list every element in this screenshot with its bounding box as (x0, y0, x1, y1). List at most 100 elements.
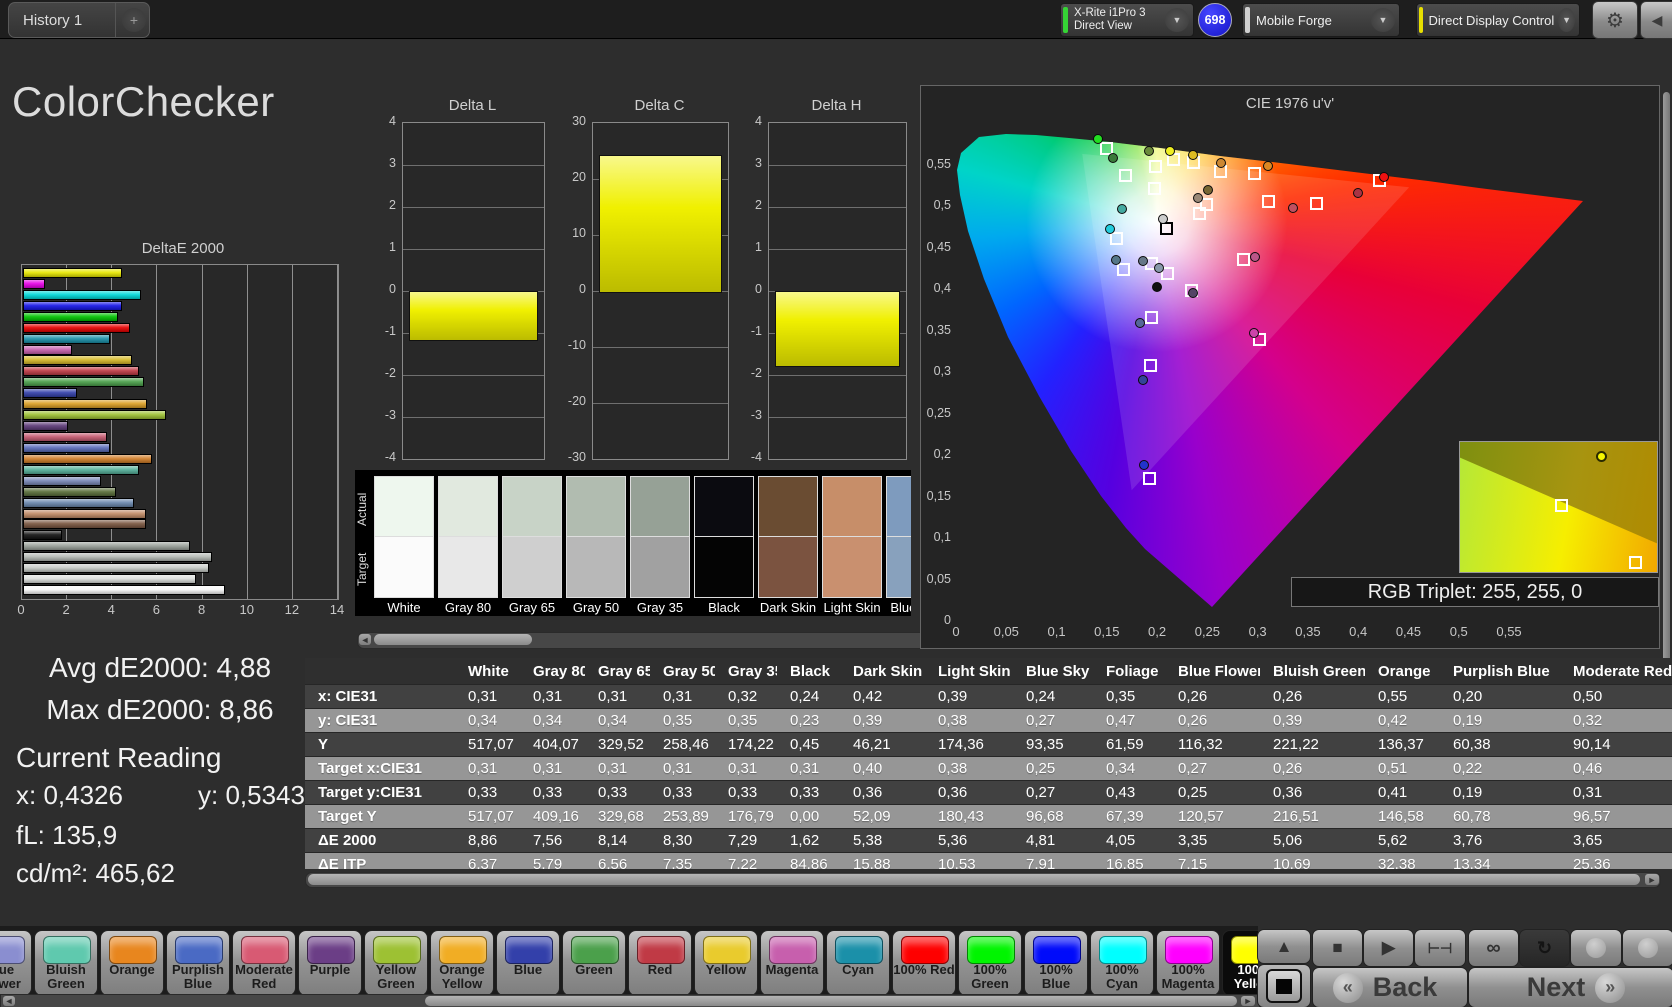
scrollbar-thumb[interactable] (425, 996, 1237, 1006)
pattern-button[interactable]: Red (628, 930, 692, 996)
back-button[interactable]: « Back (1312, 967, 1468, 1007)
stop-button[interactable]: ■ (1312, 929, 1363, 967)
pattern-button[interactable]: Magenta (760, 930, 824, 996)
history-tab[interactable]: History 1 + (8, 2, 150, 38)
deltae-bar (23, 322, 130, 333)
deltae-bar (23, 519, 147, 530)
row-label: x: CIE31 (318, 688, 378, 705)
target-point (1109, 232, 1123, 246)
pattern-button[interactable]: Blue Flower (0, 930, 32, 996)
axis-tick-label: 0,2 (933, 447, 951, 461)
scroll-left-button[interactable]: ◄ (3, 996, 15, 1006)
axis-tick-label: 0 (389, 282, 396, 296)
pattern-button[interactable]: Yellow Green (364, 930, 428, 996)
collapse-panel-button[interactable]: ◀ (1640, 1, 1672, 39)
pattern-button[interactable]: Moderate Red (232, 930, 296, 996)
table-cell: 0,33 (790, 784, 820, 801)
pattern-button[interactable]: 100% Yellow (1222, 930, 1258, 996)
pattern-button[interactable]: Purplish Blue (166, 930, 230, 996)
color-patch: Gray 50 (566, 476, 626, 615)
scrollbar-thumb[interactable] (374, 634, 532, 645)
delta-h-chart: Delta H 4 3 2 1 0 -1 -2 -3 -4 (734, 97, 907, 477)
reading-cdm2: cd/m²: 465,62 (16, 858, 175, 888)
pattern-button[interactable]: Bluish Green (34, 930, 98, 996)
pattern-window-button[interactable] (1257, 964, 1311, 1007)
scrollbar-thumb[interactable] (308, 874, 1640, 885)
scroll-left-button[interactable]: ◄ (359, 634, 371, 645)
axis-tick-label: 4 (107, 602, 115, 617)
scroll-left-icon: ◄ (360, 634, 370, 645)
pattern-button[interactable]: 100% Cyan (1090, 930, 1154, 996)
pattern-button[interactable]: 100% Blue (1024, 930, 1088, 996)
table-cell: 10,53 (938, 856, 976, 869)
deltae-bar (23, 541, 190, 552)
new-tab-button[interactable]: + (122, 8, 146, 32)
pattern-button[interactable]: 100% Green (958, 930, 1022, 996)
color-patch: Gray 35 (630, 476, 690, 615)
pattern-source-selector[interactable]: Mobile Forge ▼ (1242, 3, 1400, 37)
frame-advance-button[interactable]: ⊢⊣ (1414, 929, 1466, 967)
table-cell: 8,14 (598, 832, 628, 849)
pattern-color-chip (241, 936, 289, 964)
pattern-button[interactable]: Green (562, 930, 626, 996)
table-cell: 0,27 (1178, 760, 1208, 777)
refresh-button[interactable]: ↻ (1519, 929, 1570, 967)
scroll-right-button[interactable]: ► (1645, 874, 1659, 885)
measurement-table: White Gray 80 Gray 65 Gray 50 Gray 35 Black Da… (305, 658, 1672, 869)
table-cell: 32,38 (1378, 856, 1416, 869)
pattern-button[interactable]: Purple (298, 930, 362, 996)
column-header: Purplish Blue (1453, 662, 1550, 680)
table-cell: 0,31 (790, 760, 820, 777)
loop-button[interactable]: ∞ (1468, 929, 1519, 967)
settings-button[interactable]: ⚙ (1592, 1, 1638, 39)
table-cell: 0,25 (1178, 784, 1208, 801)
table-scrollbar[interactable]: ► (305, 872, 1661, 888)
palette-scrollbar[interactable]: ◄ ► (0, 994, 1260, 1007)
meter-selector[interactable]: X-Rite i1Pro 3 Direct View ▼ (1060, 3, 1194, 37)
measured-point (1353, 187, 1364, 198)
play-button[interactable]: ▶ (1363, 929, 1414, 967)
table-cell: 0,25 (1026, 760, 1056, 777)
table-cell: 0,26 (1273, 760, 1303, 777)
pattern-button[interactable]: Orange (100, 930, 164, 996)
deltae-bar (23, 410, 167, 421)
pattern-button[interactable]: Blue (496, 930, 560, 996)
source-status-stripe (1245, 7, 1250, 33)
table-cell: 25,36 (1573, 856, 1611, 869)
pattern-button[interactable]: Cyan (826, 930, 890, 996)
extra-transport-button[interactable] (1622, 929, 1672, 967)
reading-fl: fL: 135,9 (16, 820, 118, 850)
actual-swatch (502, 476, 562, 537)
target-point (1144, 359, 1158, 373)
table-row: Target x:CIE31 0,31 0,31 0,31 0,31 0,31 0,31 0,… (305, 757, 1672, 781)
table-cell: 5,36 (938, 832, 968, 849)
pattern-window-icon (1266, 969, 1302, 1003)
meter-count-badge[interactable]: 698 (1198, 3, 1232, 37)
pattern-button[interactable]: 100% Red (892, 930, 956, 996)
delta-h-title: Delta H (811, 97, 862, 114)
target-swatch (566, 537, 626, 598)
table-cell: 96,57 (1573, 808, 1611, 825)
table-cell: 1,62 (790, 832, 820, 849)
pattern-button[interactable]: Orange Yellow (430, 930, 494, 996)
pattern-button[interactable]: Yellow (694, 930, 758, 996)
target-point (1236, 253, 1250, 267)
display-control-selector[interactable]: Direct Display Control ▼ (1416, 3, 1580, 37)
next-button[interactable]: Next » (1468, 967, 1672, 1007)
table-cell: 0,33 (728, 784, 758, 801)
column-header: Gray 65 (598, 662, 650, 680)
table-cell: 5,79 (533, 856, 563, 869)
record-button[interactable] (1570, 929, 1622, 967)
table-cell: 0,31 (468, 760, 498, 777)
pattern-button[interactable]: 100% Magenta (1156, 930, 1220, 996)
scroll-right-button[interactable]: ► (1241, 996, 1255, 1006)
table-row: ΔE ITP 6,37 5,79 6,56 7,35 7,22 84,86 15,88 10,5… (305, 853, 1672, 869)
palette-scroll-up-button[interactable]: ▲ (1257, 929, 1311, 964)
deltae-bar (23, 289, 142, 300)
pattern-color-chip (439, 936, 487, 964)
deltae-bar (23, 475, 101, 486)
swatch-strip-scrollbar[interactable]: ◄ ► (357, 632, 967, 649)
deltae-bar (23, 486, 117, 497)
table-row: Target Y 517,07 409,16 329,68 253,89 176,79 0,… (305, 805, 1672, 829)
refresh-icon: ↻ (1536, 937, 1553, 958)
